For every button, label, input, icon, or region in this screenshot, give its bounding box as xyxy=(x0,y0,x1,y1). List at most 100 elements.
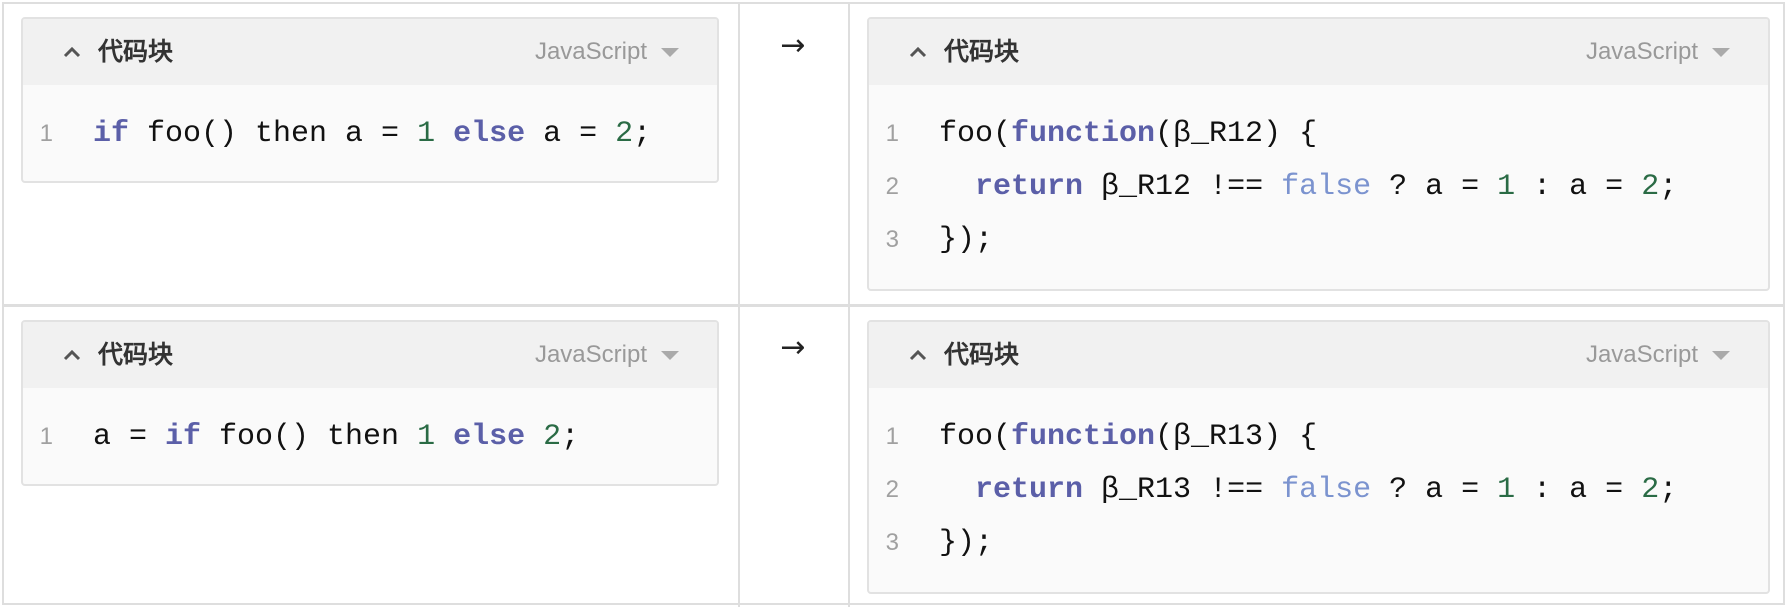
line-number: 1 xyxy=(885,119,899,147)
number-token: 1 xyxy=(1497,169,1516,204)
language-label: JavaScript xyxy=(1585,341,1698,368)
code-block: 代码块 JavaScript 1 foo(function(β_R12) { 2 ret… xyxy=(867,17,1770,291)
dropdown-caret-icon xyxy=(661,350,679,360)
code-editor[interactable]: 1a = if foo() then 1 else 2; xyxy=(23,388,717,463)
code-block-title: 代码块 xyxy=(98,37,174,66)
code-text: foo(function(β_R13) { xyxy=(939,420,1317,454)
code-text: a = if foo() then 1 else 2; xyxy=(93,420,579,454)
atom-token: false xyxy=(1281,472,1372,507)
keyword-token: if xyxy=(165,419,202,454)
code-editor[interactable]: 1 foo(function(β_R12) { 2 return β_R12 !==… xyxy=(869,85,1768,266)
row-divider xyxy=(2,304,1785,307)
code-line: 1 if foo() then a = 1 else a = 2; xyxy=(23,107,717,160)
collapse-chevron-icon[interactable] xyxy=(61,41,83,63)
keyword-token: function xyxy=(1011,116,1156,151)
collapse-chevron-icon[interactable] xyxy=(61,344,83,366)
line-number: 1 xyxy=(39,119,53,147)
plain-token: }); xyxy=(939,525,994,560)
keyword-token: return xyxy=(975,169,1084,204)
atom-token: false xyxy=(1281,169,1372,204)
code-block-header: 代码块 JavaScript xyxy=(23,322,717,388)
column-divider xyxy=(738,2,740,607)
language-select[interactable]: JavaScript xyxy=(535,338,679,372)
plain-token: (β_R12) { xyxy=(1155,116,1318,151)
number-token: 2 xyxy=(1641,472,1660,507)
arrow-icon: → xyxy=(780,330,806,365)
code-line: 1 foo(function(β_R13) { xyxy=(869,410,1768,463)
code-line: 2 return β_R13 !== false ? a = 1 : a = 2… xyxy=(869,463,1768,516)
plain-token: }); xyxy=(939,222,994,257)
collapse-chevron-icon[interactable] xyxy=(907,344,929,366)
number-token: 2 xyxy=(543,419,562,454)
language-label: JavaScript xyxy=(534,38,647,65)
code-line: 1a = if foo() then 1 else 2; xyxy=(23,410,717,463)
code-block: 代码块 JavaScript 1 foo(function(β_R13) { 2 ret… xyxy=(867,320,1770,594)
plain-token: : a = xyxy=(1515,472,1642,507)
plain-token: ? a = xyxy=(1371,169,1498,204)
dropdown-caret-icon xyxy=(1712,350,1730,360)
code-line: 3}); xyxy=(869,213,1768,266)
code-editor[interactable]: 1 foo(function(β_R13) { 2 return β_R13 !==… xyxy=(869,388,1768,569)
code-block-header: 代码块 JavaScript xyxy=(869,19,1768,85)
number-token: 1 xyxy=(1497,472,1516,507)
code-text: }); xyxy=(939,223,993,257)
line-number: 3 xyxy=(885,225,899,253)
plain-token: (β_R13) { xyxy=(1155,419,1318,454)
code-block: 代码块 JavaScript 1 if foo() then a = 1 else a… xyxy=(21,17,719,183)
code-block-header: 代码块 JavaScript xyxy=(23,19,717,85)
plain-token: foo( xyxy=(939,419,1012,454)
code-text: foo(function(β_R12) { xyxy=(939,117,1317,151)
column-divider xyxy=(848,2,850,607)
language-select[interactable]: JavaScript xyxy=(535,35,679,69)
language-label: JavaScript xyxy=(534,341,647,368)
plain-token: ; xyxy=(1659,169,1678,204)
code-text: }); xyxy=(939,526,993,560)
plain-token: foo() then xyxy=(201,419,418,454)
number-token: 1 xyxy=(417,116,436,151)
code-block-title: 代码块 xyxy=(98,340,174,369)
keyword-token: if xyxy=(93,116,130,151)
dropdown-caret-icon xyxy=(661,47,679,57)
language-select[interactable]: JavaScript xyxy=(1586,35,1730,69)
language-label: JavaScript xyxy=(1585,38,1698,65)
plain-token: ; xyxy=(633,116,652,151)
plain-token: ? a = xyxy=(1371,472,1498,507)
code-block: 代码块 JavaScript 1 a = if foo() then 1 else 2… xyxy=(21,320,719,486)
code-line: 1 foo(function(β_R12) { xyxy=(869,107,1768,160)
keyword-token: return xyxy=(975,472,1084,507)
number-token: 1 xyxy=(417,419,436,454)
code-editor[interactable]: 1 if foo() then a = 1 else a = 2; xyxy=(23,85,717,160)
keyword-token: function xyxy=(1011,419,1156,454)
keyword-token: else xyxy=(453,116,526,151)
keyword-token: else xyxy=(453,419,526,454)
line-number: 3 xyxy=(885,528,899,556)
language-select[interactable]: JavaScript xyxy=(1586,338,1730,372)
code-line: 3}); xyxy=(869,516,1768,569)
plain-token: foo() then a = xyxy=(129,116,418,151)
number-token: 2 xyxy=(615,116,634,151)
dropdown-caret-icon xyxy=(1712,47,1730,57)
plain-token: : a = xyxy=(1515,169,1642,204)
line-number: 1 xyxy=(39,422,53,450)
plain-token: foo( xyxy=(939,116,1012,151)
collapse-chevron-icon[interactable] xyxy=(907,41,929,63)
code-block-title: 代码块 xyxy=(944,37,1020,66)
code-line: 2 return β_R12 !== false ? a = 1 : a = 2… xyxy=(869,160,1768,213)
line-number: 1 xyxy=(885,422,899,450)
code-text: return β_R13 !== false ? a = 1 : a = 2; xyxy=(939,473,1677,507)
code-block-title: 代码块 xyxy=(944,340,1020,369)
plain-token: ; xyxy=(561,419,580,454)
line-number: 2 xyxy=(885,172,899,200)
plain-token: β_R12 !== xyxy=(1083,169,1282,204)
code-block-header: 代码块 JavaScript xyxy=(869,322,1768,388)
number-token: 2 xyxy=(1641,169,1660,204)
line-number: 2 xyxy=(885,475,899,503)
arrow-icon: → xyxy=(780,28,806,63)
plain-token: β_R13 !== xyxy=(1083,472,1282,507)
code-text: return β_R12 !== false ? a = 1 : a = 2; xyxy=(939,170,1677,204)
